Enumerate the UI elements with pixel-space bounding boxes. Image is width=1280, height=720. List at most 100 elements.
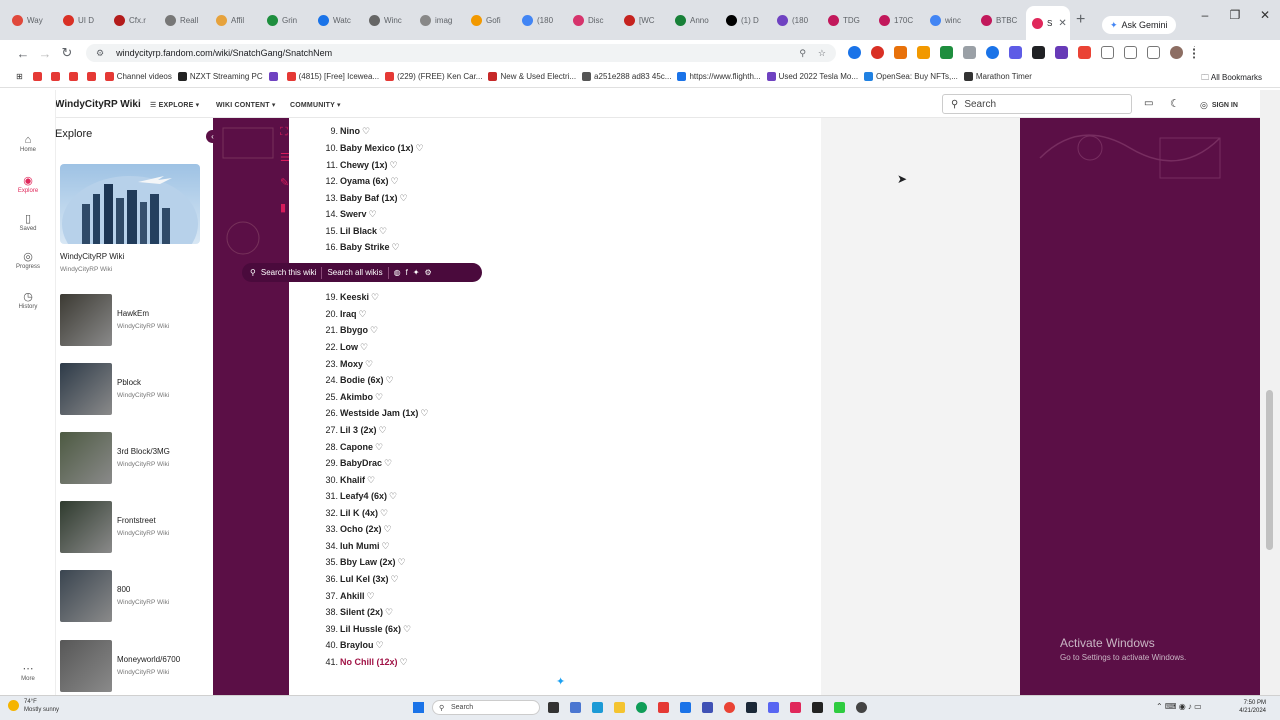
browser-tab[interactable]: UI D	[57, 0, 108, 40]
zoom-icon[interactable]: ⚲	[799, 48, 806, 59]
extension-icon[interactable]	[917, 46, 930, 59]
menu-community[interactable]: COMMUNITY ▾	[290, 101, 341, 109]
wiki-card-image[interactable]	[60, 570, 112, 622]
bookmark-item[interactable]: OpenSea: Buy NFTs,...	[864, 72, 958, 81]
settings-gear-icon[interactable]: ⚙	[425, 268, 432, 277]
edge-icon[interactable]	[636, 702, 647, 713]
extension-icon[interactable]	[848, 46, 861, 59]
browser-tab[interactable]: Grin	[261, 0, 312, 40]
wiki-card-name[interactable]: 800	[117, 585, 130, 594]
browser-tab[interactable]: Affil	[210, 0, 261, 40]
bookmark-item[interactable]: Marathon Timer	[963, 72, 1032, 81]
taskbar-search[interactable]: ⚲ Search	[432, 700, 540, 715]
scrollbar-thumb[interactable]	[1266, 390, 1273, 550]
facebook-icon[interactable]: f	[406, 268, 408, 277]
twitter-icon[interactable]: ✦	[556, 675, 565, 688]
wiki-card-name[interactable]: Moneyworld/6700	[117, 655, 180, 664]
bookmark-icon[interactable]: ▮	[280, 201, 290, 214]
taskbar-app-icon[interactable]	[790, 702, 801, 713]
puzzle-icon[interactable]	[1101, 46, 1114, 59]
browser-tab[interactable]: Anno	[669, 0, 720, 40]
profile-avatar[interactable]	[1170, 46, 1183, 59]
rail-history[interactable]: ◷ History	[0, 290, 56, 310]
steam-icon[interactable]	[746, 702, 757, 713]
bookmark-item[interactable]	[68, 72, 81, 81]
featured-wiki-name[interactable]: WindyCityRP Wiki	[60, 252, 124, 261]
chrome-icon[interactable]	[724, 702, 735, 713]
browser-tab[interactable]: Gofi	[465, 0, 516, 40]
browser-tab[interactable]: S ✕	[1026, 6, 1070, 40]
wiki-card-image[interactable]	[60, 640, 112, 692]
extension-icon[interactable]	[1055, 46, 1068, 59]
list-item[interactable]: 41. No Chill (12x) ♡	[300, 657, 407, 668]
collapse-panel-icon[interactable]: ‹	[206, 130, 219, 143]
sidepanel-icon[interactable]	[1124, 46, 1137, 59]
wiki-card-image[interactable]	[60, 501, 112, 553]
bookmark-item[interactable]: a251e288 ad83 45c...	[582, 72, 671, 81]
bookmark-item[interactable]: New & Used Electri...	[488, 72, 576, 81]
twitter-icon[interactable]: ✦	[413, 268, 420, 277]
download-icon[interactable]	[1147, 46, 1160, 59]
bookmark-item[interactable]: Used 2022 Tesla Mo...	[766, 72, 858, 81]
wiki-card-name[interactable]: HawkEm	[117, 309, 149, 318]
dark-mode-icon[interactable]: ☾	[1170, 97, 1180, 110]
sign-in-button[interactable]: ◎ SIGN IN	[1200, 100, 1238, 111]
bookmark-item[interactable]: NZXT Streaming PC	[177, 72, 263, 81]
wiki-search-input[interactable]: ⚲ Search	[942, 94, 1132, 114]
taskbar-app-icon[interactable]	[658, 702, 669, 713]
close-icon[interactable]: ✕	[1250, 8, 1280, 22]
windows-start-icon[interactable]	[413, 702, 424, 713]
system-tray[interactable]: ⌃ ⌨ ◉ ♪ ▭	[1156, 702, 1202, 711]
bookmark-item[interactable]: Channel videos	[104, 72, 172, 81]
extension-icon[interactable]	[1009, 46, 1022, 59]
file-explorer-icon[interactable]	[614, 702, 625, 713]
rail-explore[interactable]: ◉ Explore	[0, 174, 56, 194]
fullscreen-icon[interactable]: ⛶	[280, 126, 290, 139]
taskbar-app-icon[interactable]	[680, 702, 691, 713]
extension-icon[interactable]	[963, 46, 976, 59]
wiki-card-image[interactable]	[60, 432, 112, 484]
reload-icon[interactable]: ↻	[56, 45, 78, 61]
search-all-wikis-button[interactable]: Search all wikis	[327, 268, 382, 277]
browser-tab[interactable]: Disc	[567, 0, 618, 40]
chat-icon[interactable]: ▭	[1144, 98, 1153, 109]
apps-grid-icon[interactable]: ⊞	[16, 72, 23, 81]
rail-progress[interactable]: ◎ Progress	[0, 250, 56, 270]
bookmark-item[interactable]: https://www.flighth...	[677, 72, 761, 81]
browser-tab[interactable]: [WC	[618, 0, 669, 40]
browser-tab[interactable]: (1) D	[720, 0, 771, 40]
menu-icon[interactable]	[1193, 46, 1197, 59]
wiki-name[interactable]: WindyCityRP Wiki	[55, 99, 141, 110]
extension-icon[interactable]	[986, 46, 999, 59]
minimize-icon[interactable]: –	[1190, 8, 1220, 22]
taskbar-app-icon[interactable]	[702, 702, 713, 713]
rail-more[interactable]: ⋯ More	[0, 662, 56, 682]
ask-gemini-button[interactable]: ✦ Ask Gemini	[1102, 16, 1176, 34]
browser-tab[interactable]: Cfx.r	[108, 0, 159, 40]
maximize-icon[interactable]: ❐	[1220, 8, 1250, 22]
taskbar-app-icon[interactable]	[570, 702, 581, 713]
browser-tab[interactable]: (180	[771, 0, 822, 40]
edit-pencil-icon[interactable]: ✎	[280, 176, 290, 189]
bookmark-item[interactable]	[86, 72, 99, 81]
browser-tab[interactable]: Watc	[312, 0, 363, 40]
wiki-card-image[interactable]	[60, 363, 112, 415]
wiki-card-name[interactable]: 3rd Block/3MG	[117, 447, 170, 456]
taskbar-clock[interactable]: 7:50 PM 4/21/2024	[1239, 699, 1266, 715]
reddit-icon[interactable]: ◍	[394, 268, 401, 277]
taskbar-app-icon[interactable]	[768, 702, 779, 713]
browser-tab[interactable]: winc	[924, 0, 975, 40]
menu-explore[interactable]: ☰ EXPLORE ▾	[150, 101, 199, 109]
weather-widget[interactable]: 74°F Mostly sunny	[24, 698, 59, 714]
taskbar-app-icon[interactable]	[592, 702, 603, 713]
bookmark-item[interactable]: (4815) [Free] Icewea...	[286, 72, 379, 81]
extension-icon[interactable]	[940, 46, 953, 59]
wiki-card-name[interactable]: Frontstreet	[117, 516, 156, 525]
scrollbar[interactable]	[1260, 90, 1280, 695]
browser-tab[interactable]: Winc	[363, 0, 414, 40]
bookmark-item[interactable]	[32, 72, 45, 81]
rail-home[interactable]: ⌂ Home	[0, 134, 56, 153]
browser-tab[interactable]: Reall	[159, 0, 210, 40]
taskbar-app-icon[interactable]	[812, 702, 823, 713]
bookmark-item[interactable]	[50, 72, 63, 81]
